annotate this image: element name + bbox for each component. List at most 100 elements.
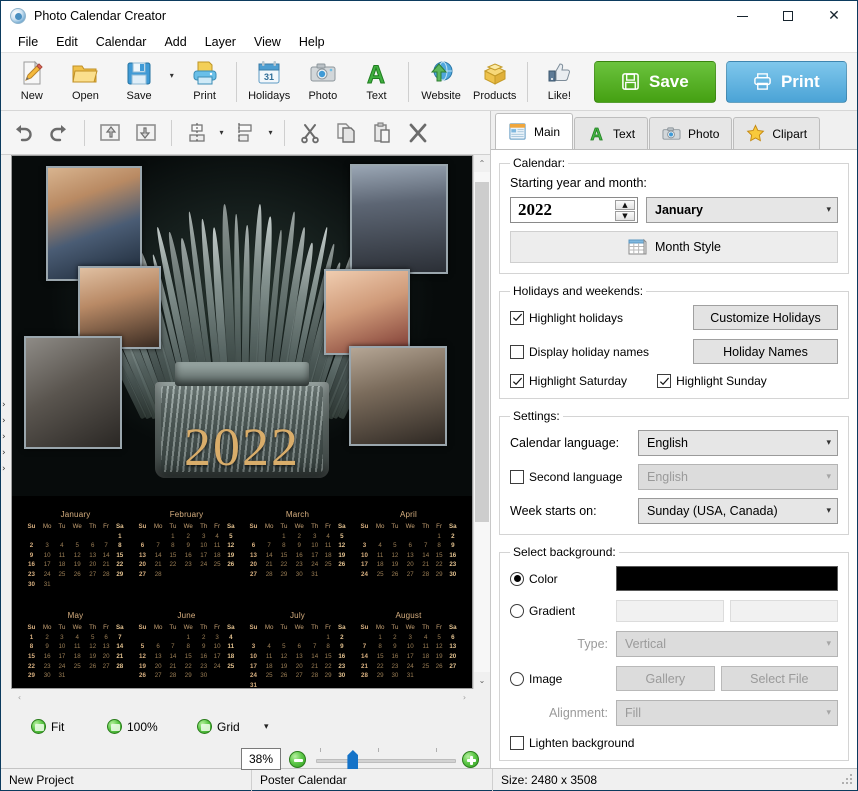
customize-holidays-button[interactable]: Customize Holidays: [693, 305, 838, 330]
mini-calendar[interactable]: May Su Mo Tu We Th Fr Sa 1 2 3 4 5 6 7 8 9 10 11 12 13 14 15 16…: [24, 611, 127, 688]
toolbar-new-button[interactable]: New: [5, 55, 59, 109]
photo-dark-dress[interactable]: [349, 346, 447, 446]
resize-grip[interactable]: [842, 773, 854, 786]
grid-dropdown-caret[interactable]: ▾: [264, 722, 269, 732]
save-dropdown-caret[interactable]: ▾: [166, 71, 178, 80]
zoom-in-button[interactable]: [462, 751, 479, 768]
align-vertical-button[interactable]: [179, 115, 215, 151]
year-title[interactable]: 2022: [184, 420, 300, 474]
year-spinner[interactable]: 2022 ▲ ▼: [510, 197, 638, 223]
tab-text[interactable]: A Text: [574, 117, 649, 149]
highlight-holidays-checkbox[interactable]: Highlight holidays: [510, 310, 623, 325]
weekday-header: Su: [249, 523, 258, 530]
toolbar-open-button[interactable]: Open: [59, 55, 113, 109]
toolbar-text-button[interactable]: A Text: [350, 55, 404, 109]
background-gradient-radio[interactable]: Gradient: [510, 604, 610, 618]
toolbar-website-button[interactable]: Website: [414, 55, 468, 109]
mini-calendar[interactable]: January Su Mo Tu We Th Fr Sa 1 2 3 4 5 6 7 8 9 10 11 12 13 14…: [24, 510, 127, 589]
align-horizontal-caret[interactable]: ▾: [264, 128, 277, 137]
align-vertical-caret[interactable]: ▾: [215, 128, 228, 137]
scroll-left-arrow[interactable]: ‹: [11, 693, 28, 702]
lighten-background-checkbox[interactable]: Lighten background: [510, 736, 838, 750]
zoom-level-input[interactable]: 38%: [241, 748, 281, 770]
week-starts-select[interactable]: Sunday (USA, Canada) ▾: [638, 498, 838, 524]
print-button[interactable]: Print: [725, 60, 848, 103]
canvas-vertical-scrollbar[interactable]: ⌃ ⌄: [473, 155, 490, 689]
scroll-right-arrow[interactable]: ›: [456, 693, 473, 702]
grid-button[interactable]: Grid: [197, 719, 240, 734]
month-style-button[interactable]: Month Style: [510, 231, 838, 263]
vscroll-track[interactable]: [474, 172, 490, 672]
menu-file[interactable]: File: [9, 33, 47, 51]
menu-layer[interactable]: Layer: [196, 33, 245, 51]
highlight-saturday-checkbox[interactable]: Highlight Saturday: [510, 374, 627, 388]
background-image-radio[interactable]: Image: [510, 671, 610, 686]
hundred-zoom-button[interactable]: 100%: [107, 719, 158, 734]
mini-calendar[interactable]: March Su Mo Tu We Th Fr Sa 1 2 3 4 5 6 7 8 9 10 11 12 13 14 15…: [246, 510, 349, 589]
mini-calendar[interactable]: August Su Mo Tu We Th Fr Sa 1 2 3 4 5 6 7 8 9 10 11 12 13 14 1…: [357, 611, 460, 688]
toolbar-photo-button[interactable]: Photo: [296, 55, 350, 109]
highlight-sunday-checkbox[interactable]: Highlight Sunday: [657, 374, 767, 388]
edge-handle-2[interactable]: ›: [2, 417, 10, 426]
mini-calendar[interactable]: April Su Mo Tu We Th Fr Sa 1 2 3 4 5 6 7 8 9 10 11 12 13 14 15…: [357, 510, 460, 589]
tab-photo[interactable]: Photo: [649, 117, 733, 149]
menu-add[interactable]: Add: [155, 33, 195, 51]
edge-handle-3[interactable]: ›: [2, 433, 10, 442]
photo-blue-eye-makeup[interactable]: [46, 166, 142, 281]
vscroll-thumb[interactable]: [475, 182, 489, 522]
copy-button[interactable]: [328, 115, 364, 151]
send-backward-button[interactable]: [128, 115, 164, 151]
gradient-color-2-swatch[interactable]: [730, 600, 838, 622]
tab-clipart[interactable]: Clipart: [733, 117, 821, 149]
menu-view[interactable]: View: [245, 33, 290, 51]
background-color-radio[interactable]: Color: [510, 571, 616, 586]
photo-red-lips[interactable]: [324, 269, 410, 355]
paste-button[interactable]: [364, 115, 400, 151]
menu-help[interactable]: Help: [290, 33, 334, 51]
gradient-color-1-swatch[interactable]: [616, 600, 724, 622]
save-button[interactable]: Save: [594, 60, 716, 103]
photo-lightning-warrior[interactable]: [350, 164, 448, 274]
toolbar-save-button[interactable]: Save: [112, 55, 166, 109]
fit-zoom-button[interactable]: Fit: [31, 719, 64, 734]
bring-forward-button[interactable]: [92, 115, 128, 151]
toolbar-products-button[interactable]: Products: [468, 55, 522, 109]
toolbar-holidays-button[interactable]: 31 Holidays: [242, 55, 296, 109]
menu-edit[interactable]: Edit: [47, 33, 87, 51]
mini-calendar[interactable]: July Su Mo Tu We Th Fr Sa 1 2 3 4 5 6 7 8 9 10 11 12 13 14 15 1…: [246, 611, 349, 688]
edge-handle-5[interactable]: ›: [2, 465, 10, 474]
zoom-slider[interactable]: [316, 748, 456, 769]
mini-calendar[interactable]: February Su Mo Tu We Th Fr Sa 1 2 3 4 5 6 7 8 9 10 11 12 13 1…: [135, 510, 238, 589]
photo-warrior-sword[interactable]: [24, 336, 122, 449]
calendar-canvas[interactable]: 2022 January Su Mo Tu We Th Fr Sa 1 2 3 4 5 6 7 8 9 10 11 1…: [11, 155, 473, 689]
month-select[interactable]: January ▾: [646, 197, 838, 223]
close-button[interactable]: ✕: [811, 1, 857, 31]
year-spinner-down[interactable]: ▼: [615, 211, 635, 221]
tab-main[interactable]: Main: [495, 113, 574, 149]
delete-button[interactable]: [400, 115, 436, 151]
calendar-language-select[interactable]: English ▾: [638, 430, 838, 456]
align-horizontal-button[interactable]: [228, 115, 264, 151]
year-spinner-up[interactable]: ▲: [615, 200, 635, 210]
zoom-out-button[interactable]: [289, 751, 306, 768]
toolbar-print-button[interactable]: Print: [178, 55, 232, 109]
mini-calendar[interactable]: June Su Mo Tu We Th Fr Sa 1 2 3 4 5 6 7 8 9 10 11 12 13 14 15 1…: [135, 611, 238, 688]
scroll-up-arrow[interactable]: ⌃: [474, 155, 490, 172]
maximize-button[interactable]: [765, 1, 811, 31]
zoom-slider-thumb[interactable]: [347, 750, 359, 769]
canvas-horizontal-scrollbar[interactable]: ‹ ›: [1, 689, 490, 706]
hscroll-track[interactable]: [28, 689, 456, 706]
holiday-names-button[interactable]: Holiday Names: [693, 339, 838, 364]
menu-calendar[interactable]: Calendar: [87, 33, 156, 51]
toolbar-like-button[interactable]: Like!: [533, 55, 587, 109]
background-color-swatch[interactable]: [616, 566, 838, 591]
redo-button[interactable]: [41, 115, 77, 151]
display-holiday-names-checkbox[interactable]: Display holiday names: [510, 344, 649, 359]
scroll-down-arrow[interactable]: ⌄: [474, 672, 490, 689]
edge-handle-4[interactable]: ›: [2, 449, 10, 458]
edge-handle-1[interactable]: ›: [2, 401, 10, 410]
minimize-button[interactable]: [719, 1, 765, 31]
undo-button[interactable]: [5, 115, 41, 151]
second-language-checkbox[interactable]: Second language: [510, 470, 622, 484]
cut-button[interactable]: [292, 115, 328, 151]
